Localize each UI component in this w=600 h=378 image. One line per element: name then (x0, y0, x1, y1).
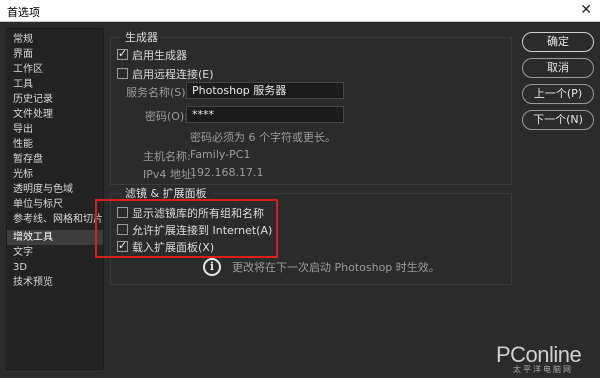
sidebar-item-workspace[interactable]: 工作区 (7, 62, 103, 77)
sidebar-item-guides[interactable]: 参考线、网格和切片 (7, 212, 103, 227)
sidebar-item-history[interactable]: 历史记录 (7, 92, 103, 107)
sidebar-item-interface[interactable]: 界面 (7, 47, 103, 62)
hostname-label: 主机名称: (143, 150, 191, 163)
sidebar-item-performance[interactable]: 性能 (7, 137, 103, 152)
service-name-field[interactable]: Photoshop 服务器 (186, 82, 344, 99)
enable-remote-label: 启用远程连接(E) (132, 68, 214, 81)
close-icon[interactable]: ✕ (580, 2, 592, 18)
ipv4-label: IPv4 地址: (143, 168, 196, 181)
restart-notice: 更改将在下一次启动 Photoshop 时生效。 (232, 261, 440, 274)
sidebar-item-file-handling[interactable]: 文件处理 (7, 107, 103, 122)
enable-generator-checkbox[interactable] (117, 47, 128, 60)
service-name-label: 服务名称(S): (126, 86, 190, 99)
hostname-value: Family-PC1 (190, 148, 251, 161)
info-icon: i (203, 258, 221, 276)
window-title: 首选项 (7, 6, 40, 19)
sidebar-item-units[interactable]: 单位与标尺 (7, 197, 103, 212)
ipv4-value: 192.168.17.1 (190, 166, 264, 179)
sidebar-item-3d[interactable]: 3D (7, 260, 103, 275)
sidebar-item-general[interactable]: 常规 (7, 32, 103, 47)
ok-button[interactable]: 确定 (522, 32, 594, 52)
password-hint: 密码必须为 6 个字符或更长。 (190, 131, 336, 144)
enable-remote-checkbox[interactable] (117, 68, 128, 79)
sidebar: 常规 界面 工作区 工具 历史记录 文件处理 导出 性能 暂存盘 光标 透明度与… (6, 28, 104, 370)
cancel-button[interactable]: 取消 (522, 58, 594, 78)
sidebar-item-tech-preview[interactable]: 技术预览 (7, 275, 103, 290)
sidebar-item-scratch-disks[interactable]: 暂存盘 (7, 152, 103, 167)
previous-button[interactable]: 上一个(P) (522, 84, 594, 104)
sidebar-item-transparency[interactable]: 透明度与色域 (7, 182, 103, 197)
sidebar-item-export[interactable]: 导出 (7, 122, 103, 137)
password-field[interactable]: **** (186, 106, 344, 123)
pconline-watermark-sub: 太平洋电脑网 (513, 365, 573, 374)
next-button[interactable]: 下一个(N) (522, 110, 594, 130)
sidebar-item-cursors[interactable]: 光标 (7, 167, 103, 182)
sidebar-item-type[interactable]: 文字 (7, 245, 103, 260)
red-highlight-box (95, 199, 278, 258)
password-label: 密码(O): (145, 110, 188, 123)
title-bar: 首选项 ✕ (0, 0, 600, 22)
generator-title: 生成器 (122, 29, 161, 45)
sidebar-item-tools[interactable]: 工具 (7, 77, 103, 92)
enable-generator-label: 启用生成器 (132, 49, 187, 62)
sidebar-item-plugins[interactable]: 增效工具 (7, 230, 103, 245)
